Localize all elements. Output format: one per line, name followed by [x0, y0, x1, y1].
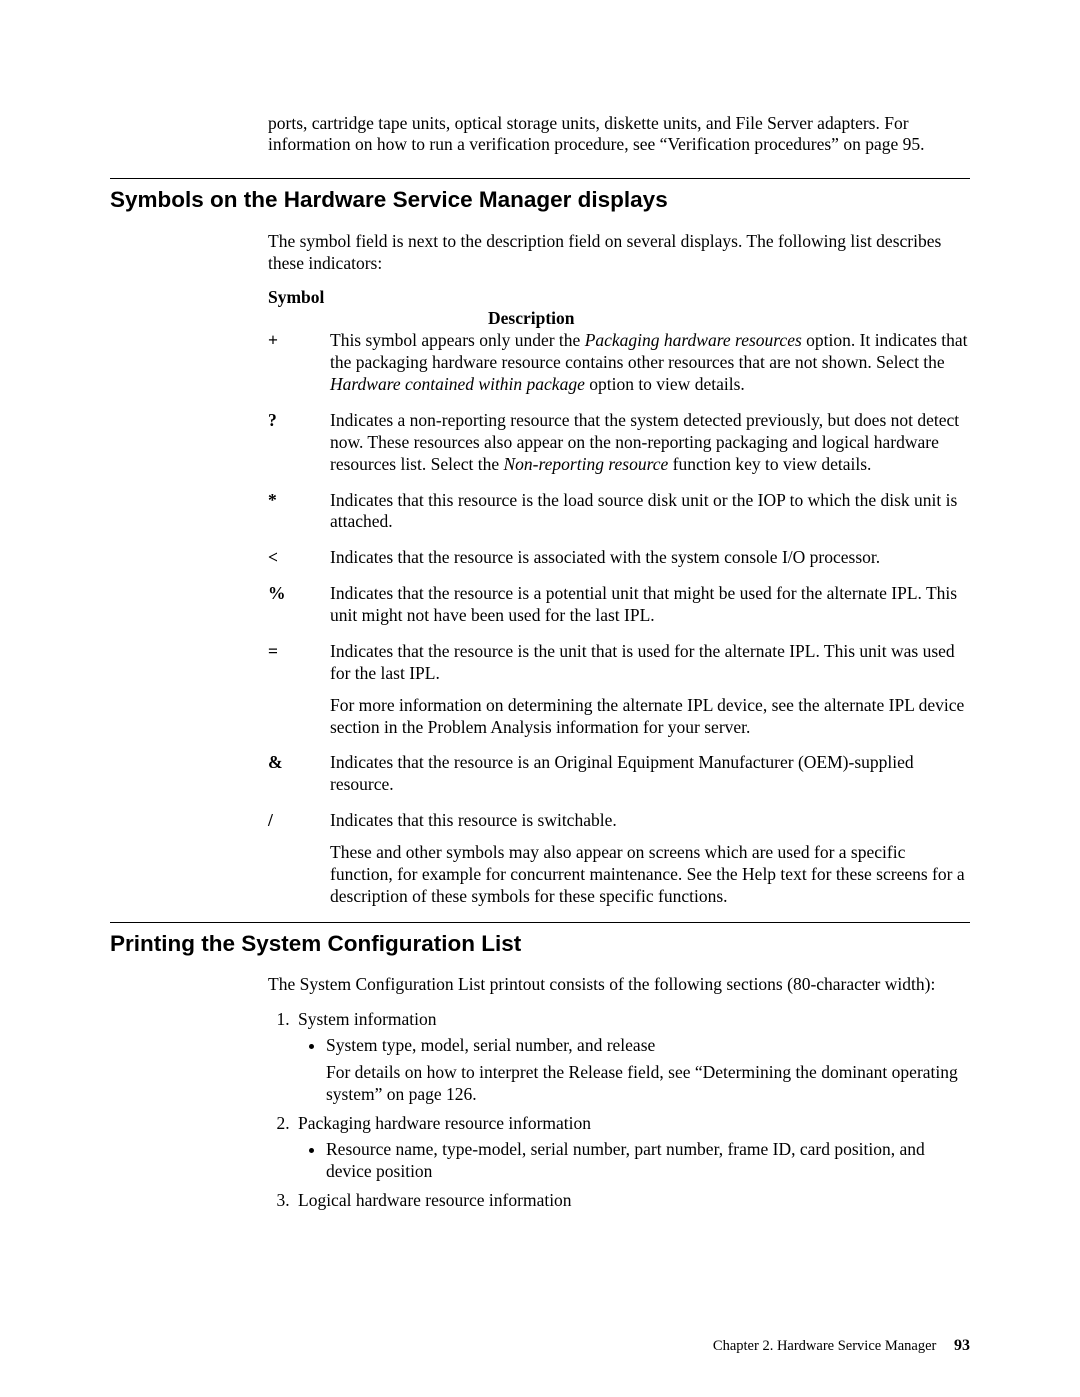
- symbol-description: Indicates that this resource is the load…: [330, 490, 970, 534]
- intro-paragraph: ports, cartridge tape units, optical sto…: [268, 113, 970, 157]
- symbol-entry-question: ? Indicates a non-reporting resource tha…: [268, 410, 970, 476]
- symbol-glyph: %: [268, 583, 330, 627]
- symbol-entry-star: * Indicates that this resource is the lo…: [268, 490, 970, 534]
- config-item-2-bullet: Resource name, type-model, serial number…: [326, 1138, 970, 1183]
- symbol-description: Indicates that this resource is switchab…: [330, 810, 970, 908]
- symbol-entry-slash: / Indicates that this resource is switch…: [268, 810, 970, 908]
- symbol-description: Indicates that the resource is an Origin…: [330, 752, 970, 796]
- symbol-description: This symbol appears only under the Packa…: [330, 330, 970, 396]
- symbol-glyph: &: [268, 752, 330, 796]
- symbol-entry-equals: = Indicates that the resource is the uni…: [268, 641, 970, 739]
- symbol-entry-lt: < Indicates that the resource is associa…: [268, 547, 970, 569]
- symbol-glyph: <: [268, 547, 330, 569]
- symbol-entry-ampersand: & Indicates that the resource is an Orig…: [268, 752, 970, 796]
- symbol-description: Indicates that the resource is associate…: [330, 547, 970, 569]
- symbol-entry-percent: % Indicates that the resource is a poten…: [268, 583, 970, 627]
- heading-printing: Printing the System Configuration List: [110, 931, 970, 957]
- footer-chapter: Chapter 2. Hardware Service Manager: [713, 1338, 936, 1354]
- config-list: System information System type, model, s…: [268, 1008, 970, 1211]
- symbol-glyph: *: [268, 490, 330, 534]
- page-footer: Chapter 2. Hardware Service Manager 93: [713, 1337, 970, 1355]
- symbol-description: Indicates a non-reporting resource that …: [330, 410, 970, 476]
- section-rule: [110, 178, 970, 179]
- section-rule: [110, 922, 970, 923]
- symbol-glyph: +: [268, 330, 330, 396]
- symbol-description: Indicates that the resource is a potenti…: [330, 583, 970, 627]
- dl-header-desc: Description: [488, 308, 970, 330]
- symbol-entry-plus: + This symbol appears only under the Pac…: [268, 330, 970, 396]
- symbol-definition-list: + This symbol appears only under the Pac…: [268, 330, 970, 907]
- definition-list-header: Symbol Description: [268, 287, 970, 331]
- page-content: ports, cartridge tape units, optical sto…: [0, 0, 1080, 1277]
- section1-lead: The symbol field is next to the descript…: [268, 231, 970, 275]
- symbol-glyph: =: [268, 641, 330, 739]
- symbol-glyph: ?: [268, 410, 330, 476]
- symbol-description: Indicates that the resource is the unit …: [330, 641, 970, 739]
- section2-lead: The System Configuration List printout c…: [268, 974, 970, 996]
- dl-header-term: Symbol: [268, 287, 324, 309]
- footer-page-number: 93: [954, 1337, 970, 1354]
- heading-symbols: Symbols on the Hardware Service Manager …: [110, 187, 970, 213]
- config-item-1: System information System type, model, s…: [294, 1008, 970, 1106]
- config-item-1-bullet: System type, model, serial number, and r…: [326, 1034, 970, 1105]
- symbol-glyph: /: [268, 810, 330, 908]
- config-item-3: Logical hardware resource information: [294, 1189, 970, 1211]
- config-item-2: Packaging hardware resource information …: [294, 1112, 970, 1183]
